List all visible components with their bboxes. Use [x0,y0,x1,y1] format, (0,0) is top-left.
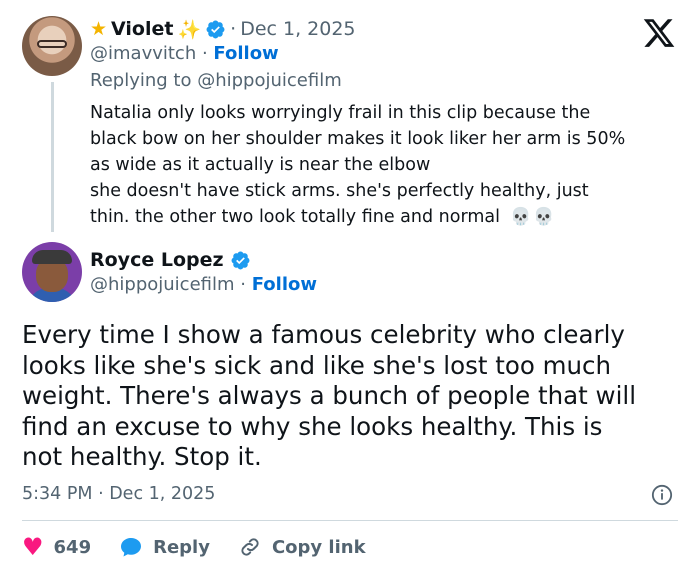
text-line: she doesn't have stick arms. she's perfe… [90,181,589,201]
author-handle[interactable]: @imavvitch [90,43,196,64]
verified-badge-icon[interactable] [205,19,226,40]
like-button[interactable]: ♥ 649 [22,535,91,559]
author-name[interactable]: Royce Lopez [90,249,224,271]
follow-button[interactable]: Follow [252,274,317,295]
thread-line [51,82,54,232]
reply-button[interactable]: Reply [119,535,210,559]
author-handle[interactable]: @hippojuicefilm [90,274,235,295]
post-timestamp[interactable]: 5:34 PM · Dec 1, 2025 [22,484,215,504]
reply-text: Natalia only looks worryingly frail in t… [90,100,690,230]
tweet-text: Every time I show a famous celebrity who… [22,320,682,473]
link-icon [241,538,259,556]
reply-author-row: ★ Violet ✨ · Dec 1, 2025 [90,14,356,44]
x-logo-icon[interactable] [642,16,676,50]
skull-icon: 💀💀 [509,207,557,227]
text-line: as wide as it actually is near the elbow [90,155,431,175]
divider [22,520,678,521]
follow-button[interactable]: Follow [213,43,278,64]
text-line: not healthy. Stop it. [22,442,262,471]
separator: · [230,18,237,40]
shooting-star-icon: ★ [90,18,108,40]
text-line-last: thin. the other two look totally fine an… [90,207,557,227]
reply-label: Reply [153,536,210,558]
heart-icon: ♥ [22,533,44,561]
info-icon[interactable] [651,484,673,506]
text-line: Natalia only looks worryingly frail in t… [90,103,591,123]
text-line: Every time I show a famous celebrity who… [22,320,625,349]
action-bar: ♥ 649 Reply Copy link [22,532,394,562]
like-count: 649 [53,536,92,558]
text-line: black bow on her shoulder makes it look … [90,129,626,149]
text-line: find an excuse to why she looks healthy.… [22,411,603,441]
copy-link-label: Copy link [271,536,366,558]
main-author-row: Royce Lopez [90,246,251,274]
author-handle-row: @imavvitch · Follow [90,43,279,64]
replying-to[interactable]: Replying to @hippojuicefilm [90,70,342,91]
author-name[interactable]: Violet [111,18,173,40]
author-handle-row: @hippojuicefilm · Follow [90,274,317,295]
avatar[interactable] [22,16,82,76]
text-line: looks like she's sick and like she's los… [22,350,612,380]
speech-bubble-icon [121,538,142,557]
post-date[interactable]: Dec 1, 2025 [240,18,355,40]
sparkles-icon: ✨ [177,18,202,41]
verified-badge-icon[interactable] [230,250,251,271]
avatar[interactable] [22,242,82,302]
copy-link-button[interactable]: Copy link [238,535,366,559]
text-line: weight. There's always a bunch of people… [22,381,636,410]
